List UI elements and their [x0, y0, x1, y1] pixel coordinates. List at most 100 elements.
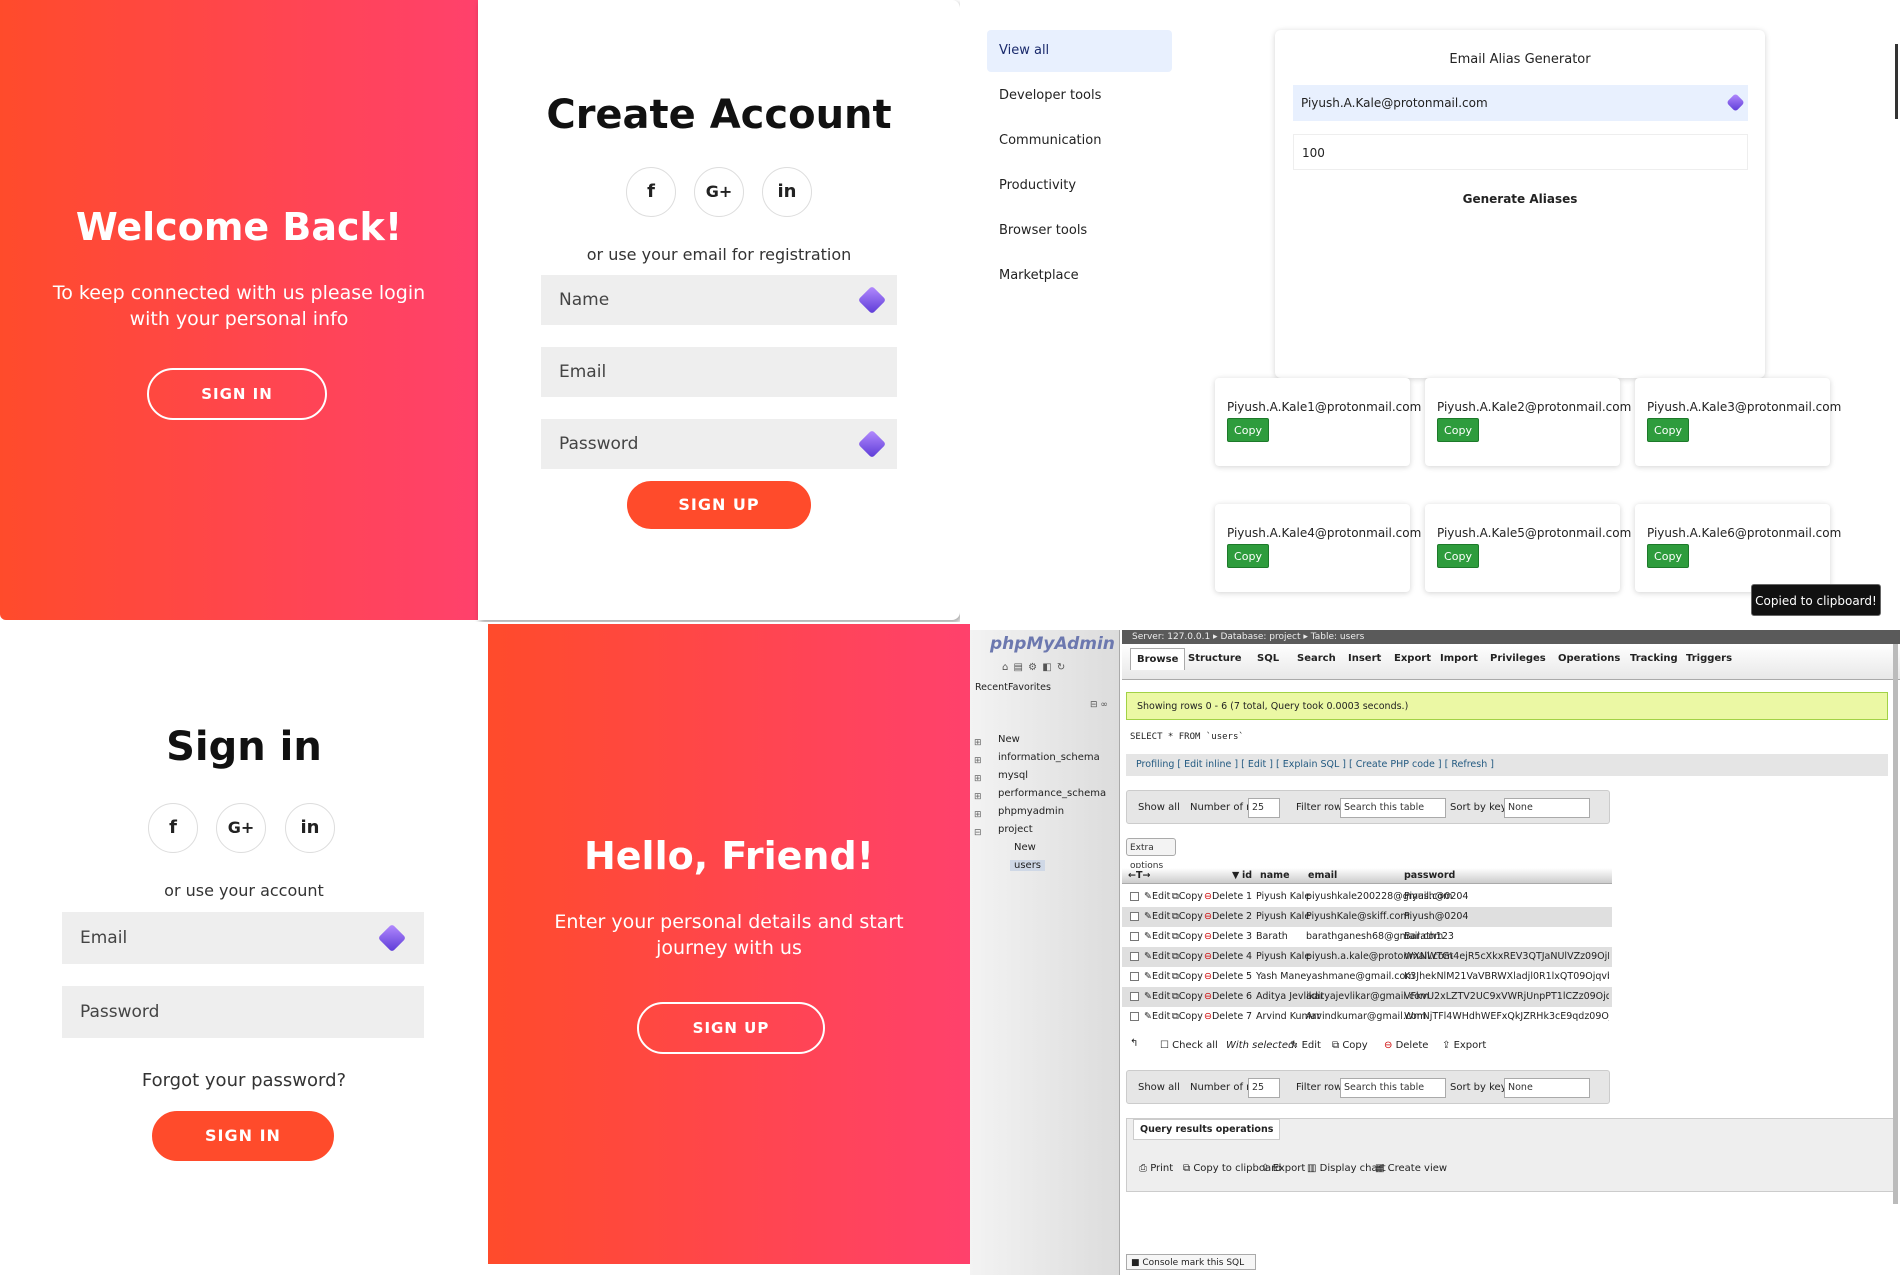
- row-checkbox[interactable]: [1130, 1012, 1139, 1021]
- linkedin-icon[interactable]: in: [285, 803, 335, 853]
- tab-export[interactable]: Export: [1394, 648, 1431, 670]
- copy-button[interactable]: Copy: [1437, 544, 1479, 568]
- email-field[interactable]: Email: [541, 347, 897, 397]
- password-field[interactable]: Password: [541, 419, 897, 469]
- tab-sql[interactable]: SQL: [1257, 648, 1279, 670]
- num-rows-select[interactable]: 25: [1248, 798, 1280, 818]
- col-name[interactable]: name: [1260, 868, 1290, 884]
- sort-select[interactable]: None: [1504, 1078, 1590, 1098]
- collapse-icon[interactable]: ⊟ ∞: [1090, 700, 1108, 710]
- tab-privileges[interactable]: Privileges: [1490, 648, 1546, 670]
- delete-link[interactable]: ⊖Delete: [1204, 947, 1243, 967]
- filter-input[interactable]: Search this table: [1340, 798, 1446, 818]
- copy-button[interactable]: Copy: [1437, 418, 1479, 442]
- bulk-delete-button[interactable]: ⊖ Delete: [1384, 1040, 1428, 1051]
- ghost-sign-up-button[interactable]: SIGN UP: [637, 1002, 825, 1054]
- delete-link[interactable]: ⊖Delete: [1204, 987, 1243, 1007]
- nav-productivity[interactable]: Productivity: [987, 165, 1172, 207]
- forgot-password-link[interactable]: Forgot your password?: [0, 1070, 488, 1091]
- nav-view-all[interactable]: View all: [987, 30, 1172, 72]
- copy-link[interactable]: ⧉Copy: [1172, 947, 1203, 967]
- col-password[interactable]: password: [1404, 868, 1455, 884]
- nav-marketplace[interactable]: Marketplace: [987, 255, 1172, 297]
- ghost-sign-in-button[interactable]: SIGN IN: [147, 368, 327, 420]
- create-view-button[interactable]: ▦ Create view: [1375, 1163, 1447, 1174]
- linkedin-icon[interactable]: in: [762, 167, 812, 217]
- tab-insert[interactable]: Insert: [1348, 648, 1381, 670]
- edit-link[interactable]: ✎Edit: [1144, 907, 1170, 927]
- row-checkbox[interactable]: [1130, 892, 1139, 901]
- edit-link[interactable]: ✎Edit: [1144, 987, 1170, 1007]
- bulk-export-button[interactable]: ⇪ Export: [1442, 1040, 1486, 1051]
- tab-import[interactable]: Import: [1440, 648, 1478, 670]
- copy-link[interactable]: ⧉Copy: [1172, 927, 1203, 947]
- copy-button[interactable]: Copy: [1227, 544, 1269, 568]
- tree-project-new[interactable]: New: [1014, 842, 1036, 853]
- facebook-icon[interactable]: f: [148, 803, 198, 853]
- name-field[interactable]: Name: [541, 275, 897, 325]
- email-field[interactable]: Email: [62, 912, 424, 964]
- nav-browser-tools[interactable]: Browser tools: [987, 210, 1172, 252]
- password-field[interactable]: Password: [62, 986, 424, 1038]
- tab-browse[interactable]: Browse: [1130, 648, 1186, 670]
- delete-link[interactable]: ⊖Delete: [1204, 967, 1243, 987]
- breadcrumb-table[interactable]: Table: users: [1311, 632, 1365, 642]
- breadcrumb-server[interactable]: Server: 127.0.0.1: [1132, 632, 1210, 642]
- tree-mysql[interactable]: mysql: [998, 770, 1028, 781]
- tree-information-schema[interactable]: information_schema: [998, 752, 1100, 763]
- column-arrows-icon[interactable]: ←T→: [1128, 868, 1150, 884]
- row-checkbox[interactable]: [1130, 952, 1139, 961]
- tree-phpmyadmin[interactable]: phpmyadmin: [998, 806, 1064, 817]
- nav-developer-tools[interactable]: Developer tools: [987, 75, 1172, 117]
- delete-link[interactable]: ⊖Delete: [1204, 887, 1243, 907]
- copy-button[interactable]: Copy: [1647, 418, 1689, 442]
- num-rows-select[interactable]: 25: [1248, 1078, 1280, 1098]
- row-checkbox[interactable]: [1130, 912, 1139, 921]
- recent-tab[interactable]: Recent: [975, 682, 1008, 693]
- tree-expanders[interactable]: ⊞ ⊞ ⊞ ⊞ ⊞ ⊟: [974, 734, 982, 842]
- breadcrumb-database[interactable]: Database: project: [1220, 632, 1300, 642]
- col-email[interactable]: email: [1308, 868, 1337, 884]
- row-checkbox[interactable]: [1130, 972, 1139, 981]
- copy-link[interactable]: ⧉Copy: [1172, 907, 1203, 927]
- copy-link[interactable]: ⧉Copy: [1172, 1007, 1203, 1027]
- profiling-links[interactable]: Profiling [ Edit inline ] [ Edit ] [ Exp…: [1126, 754, 1888, 776]
- print-button[interactable]: ⎙ Print: [1139, 1163, 1173, 1174]
- show-all-checkbox[interactable]: Show all: [1138, 1082, 1180, 1093]
- col-id[interactable]: id: [1242, 868, 1252, 884]
- nav-icons[interactable]: ⌂ ▤ ⚙ ◧ ↻: [1002, 662, 1066, 673]
- row-checkbox[interactable]: [1130, 992, 1139, 1001]
- tree-new[interactable]: New: [998, 734, 1020, 745]
- google-plus-icon[interactable]: G+: [216, 803, 266, 853]
- tab-structure[interactable]: Structure: [1188, 648, 1242, 670]
- display-chart-button[interactable]: ▥ Display chart: [1307, 1163, 1386, 1174]
- console-bar[interactable]: ■ Console mark this SQL query: [1126, 1254, 1256, 1275]
- password-manager-icon[interactable]: [377, 923, 407, 953]
- sort-select[interactable]: None: [1504, 798, 1590, 818]
- copy-button[interactable]: Copy: [1647, 544, 1689, 568]
- edit-link[interactable]: ✎Edit: [1144, 1007, 1170, 1027]
- favorites-tab[interactable]: Favorites: [1008, 682, 1051, 693]
- delete-link[interactable]: ⊖Delete: [1204, 907, 1243, 927]
- copy-link[interactable]: ⧉Copy: [1172, 887, 1203, 907]
- delete-link[interactable]: ⊖Delete: [1204, 927, 1243, 947]
- export-button[interactable]: ⇪ Export: [1261, 1163, 1305, 1174]
- check-all-checkbox[interactable]: ☐ Check all: [1160, 1040, 1218, 1051]
- show-all-checkbox[interactable]: Show all: [1138, 802, 1180, 813]
- password-manager-icon[interactable]: [857, 285, 887, 315]
- google-plus-icon[interactable]: G+: [694, 167, 744, 217]
- tab-search[interactable]: Search: [1297, 648, 1336, 670]
- copy-link[interactable]: ⧉Copy: [1172, 967, 1203, 987]
- tree-performance-schema[interactable]: performance_schema: [998, 788, 1106, 799]
- extra-options-button[interactable]: Extra options: [1126, 838, 1176, 871]
- password-manager-icon[interactable]: [1726, 93, 1745, 112]
- delete-link[interactable]: ⊖Delete: [1204, 1007, 1243, 1027]
- sign-in-button[interactable]: SIGN IN: [152, 1111, 334, 1161]
- email-input[interactable]: Piyush.A.Kale@protonmail.com: [1293, 85, 1748, 121]
- bulk-copy-button[interactable]: ⧉ Copy: [1332, 1040, 1368, 1051]
- sign-up-button[interactable]: SIGN UP: [627, 481, 811, 529]
- edit-link[interactable]: ✎Edit: [1144, 947, 1170, 967]
- bulk-edit-button[interactable]: ✎ Edit: [1290, 1040, 1321, 1051]
- facebook-icon[interactable]: f: [626, 167, 676, 217]
- copy-link[interactable]: ⧉Copy: [1172, 987, 1203, 1007]
